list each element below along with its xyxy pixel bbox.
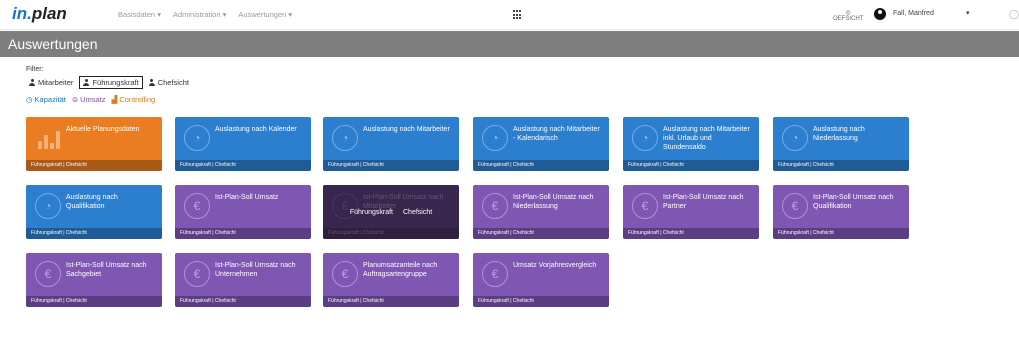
tile-footer: Führungskraft | Chefsicht <box>26 296 162 307</box>
tile-title: Auslastung nach Mitarbeiter <box>363 126 450 133</box>
filter-role-fuehrungskraft[interactable]: Führungskraft <box>79 76 143 89</box>
nav-administration[interactable]: Administration ▾ <box>173 10 226 19</box>
tile-footer: Führungskraft | Chefsicht <box>473 160 609 171</box>
tile-title: Planumsatzanteile nach Auftragsartengrup… <box>363 262 438 278</box>
gauge-icon: ◔ <box>632 125 658 151</box>
app-logo[interactable]: in.plan <box>12 4 67 24</box>
tile-title: Ist-Plan-Soll Umsatz nach Unternehmen <box>215 262 296 278</box>
tile-title: Aktuelle Planungsdaten <box>66 126 140 133</box>
top-navbar: in.plan Basisdaten ▾ Administration ▾ Au… <box>0 0 1019 30</box>
page-title: Auswertungen <box>8 36 98 52</box>
report-tile[interactable]: ◔ Auslastung nach Kalender Führungskraft |… <box>175 117 311 171</box>
filter-role-mitarbeiter[interactable]: Mitarbeiter <box>26 77 76 88</box>
clock-icon: ◷ <box>26 95 33 104</box>
filter-category-umsatz[interactable]: ⊜ Umsatz <box>72 95 106 104</box>
euro-icon: € <box>482 261 508 287</box>
report-tile[interactable]: ◔ Auslastung nach Niederlassung Führungskr… <box>773 117 909 171</box>
bar-chart-icon: ▟ <box>111 95 118 104</box>
tile-footer: Führungskraft | Chefsicht <box>175 228 311 239</box>
tile-footer: Führungskraft | Chefsicht <box>323 160 459 171</box>
report-tile[interactable]: ◔ Auslastung nach Mitarbeiter Führungskraf… <box>323 117 459 171</box>
tile-footer: Führungskraft | Chefsicht <box>175 160 311 171</box>
tile-title: Auslastung nach Kalender <box>215 126 297 133</box>
tile-hover-overlay: Führungskraft Chefsicht <box>323 185 459 239</box>
company-brand-logo: ◎ OEFSICHT <box>833 10 864 22</box>
page-header: Auswertungen <box>0 31 1019 57</box>
report-tile[interactable]: ◔ Auslastung nach Mitarbeiter - Kalendari… <box>473 117 609 171</box>
report-tile[interactable]: € Planumsatzanteile nach Auftragsartengru… <box>323 253 459 307</box>
gauge-icon: ◔ <box>782 125 808 151</box>
tile-footer: Führungskraft | Chefsicht <box>26 160 162 171</box>
gauge-icon: ◔ <box>482 125 508 151</box>
tile-footer: Führungskraft | Chefsicht <box>26 228 162 239</box>
report-tile[interactable]: € Ist-Plan-Soll Umsatz nach Unternehmen Fü… <box>175 253 311 307</box>
main-nav: Basisdaten ▾ Administration ▾ Auswertung… <box>118 10 292 19</box>
tile-footer: Führungskraft | Chefsicht <box>773 228 909 239</box>
nav-auswertungen[interactable]: Auswertungen ▾ <box>238 10 292 19</box>
euro-icon: € <box>782 193 808 219</box>
user-menu-caret[interactable]: ▾ <box>966 9 970 17</box>
tile-title: Ist-Plan-Soll Umsatz nach Sachgebiet <box>66 262 147 278</box>
filter-category-kapazitaet[interactable]: ◷ Kapazität <box>26 95 66 104</box>
tile-footer: Führungskraft | Chefsicht <box>323 296 459 307</box>
tile-title: Umsatz Vorjahresvergleich <box>513 262 597 269</box>
tile-title: Ist-Plan-Soll Umsatz nach Niederlassung <box>513 194 594 210</box>
tile-title: Ist-Plan-Soll Umsatz nach Qualifikation <box>813 194 894 210</box>
report-tile[interactable]: € Ist-Plan-Soll Umsatz nach Partner Führun… <box>623 185 759 239</box>
role-filter: Mitarbeiter Führungskraft Chefsicht <box>26 76 195 89</box>
report-tile[interactable]: € Umsatz Vorjahresvergleich Führungskraft … <box>473 253 609 307</box>
tile-footer: Führungskraft | Chefsicht <box>623 228 759 239</box>
user-tie-icon <box>83 79 90 86</box>
report-tile[interactable]: € Ist-Plan-Soll Umsatz nach Qualifikation… <box>773 185 909 239</box>
tile-footer: Führungskraft | Chefsicht <box>473 296 609 307</box>
report-tile[interactable]: ◔ Auslastung nach Mitarbeiter inkl. Urlau… <box>623 117 759 171</box>
tile-title: Auslastung nach Mitarbeiter inkl. Urlaub… <box>663 126 750 151</box>
user-icon <box>29 79 35 86</box>
user-name[interactable]: Fall, Manfred <box>893 10 934 17</box>
report-tile[interactable]: €Ist-Plan-Soll Umsatz nach MitarbeiterFü… <box>323 185 459 239</box>
tile-footer: Führungskraft | Chefsicht <box>175 296 311 307</box>
report-tile[interactable]: ◔ Auslastung nach Qualifikation Führungskr… <box>26 185 162 239</box>
app-grid-icon[interactable] <box>513 10 523 20</box>
report-tile[interactable]: € Ist-Plan-Soll Umsatz nach Niederlassung… <box>473 185 609 239</box>
euro-icon: € <box>332 261 358 287</box>
tile-footer: Führungskraft | Chefsicht <box>773 160 909 171</box>
tile-title: Auslastung nach Mitarbeiter - Kalendaris… <box>513 126 600 142</box>
category-filter: ◷ Kapazität ⊜ Umsatz ▟ Controlling <box>26 95 161 104</box>
overlay-fuehrungskraft-link[interactable]: Führungskraft <box>350 209 393 216</box>
overlay-chefsicht-link[interactable]: Chefsicht <box>403 209 432 216</box>
tile-title: Ist-Plan-Soll Umsatz nach Partner <box>663 194 744 210</box>
euro-icon: € <box>632 193 658 219</box>
power-icon[interactable]: ◯ <box>1009 9 1019 20</box>
filter-label: Filter: <box>26 66 44 73</box>
euro-icon: € <box>35 261 61 287</box>
report-tile[interactable]: Aktuelle Planungsdaten Führungskraft | Ch… <box>26 117 162 171</box>
euro-icon: € <box>482 193 508 219</box>
tile-footer: Führungskraft | Chefsicht <box>623 160 759 171</box>
report-tile[interactable]: € Ist-Plan-Soll Umsatz nach Sachgebiet Füh… <box>26 253 162 307</box>
tile-footer: Führungskraft | Chefsicht <box>473 228 609 239</box>
bar-chart-icon <box>35 125 61 151</box>
filter-role-chefsicht[interactable]: Chefsicht <box>146 77 192 88</box>
nav-basisdaten[interactable]: Basisdaten ▾ <box>118 10 161 19</box>
gauge-icon: ◔ <box>184 125 210 151</box>
user-avatar[interactable] <box>874 8 886 20</box>
tile-title: Auslastung nach Qualifikation <box>66 194 118 210</box>
tile-title: Auslastung nach Niederlassung <box>813 126 865 142</box>
tile-title: Ist-Plan-Soll Umsatz <box>215 194 279 201</box>
gauge-icon: ◔ <box>35 193 61 219</box>
euro-icon: € <box>184 193 210 219</box>
user-boss-icon <box>148 79 155 86</box>
report-tile[interactable]: € Ist-Plan-Soll Umsatz Führungskraft | Che… <box>175 185 311 239</box>
euro-icon: € <box>184 261 210 287</box>
euro-icon: ⊜ <box>71 95 79 104</box>
filter-category-controlling[interactable]: ▟ Controlling <box>112 95 156 104</box>
gauge-icon: ◔ <box>332 125 358 151</box>
